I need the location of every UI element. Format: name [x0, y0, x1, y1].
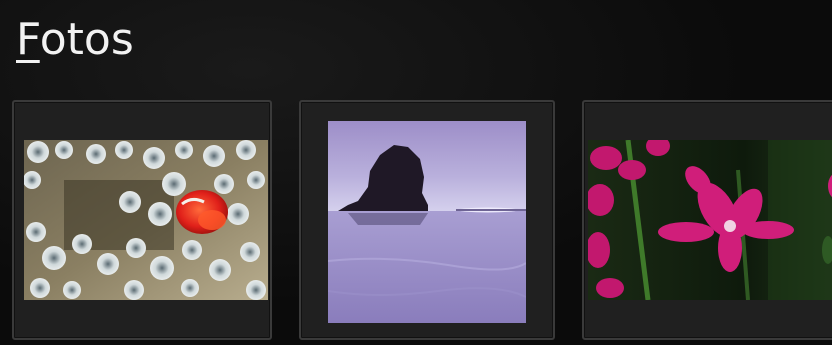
photo-tile-rock-island[interactable]	[299, 100, 555, 340]
page-title-rest: otos	[39, 14, 134, 65]
clownfish-photo	[24, 140, 268, 300]
rock-island-photo	[328, 121, 526, 323]
page-title: Fotos	[16, 10, 134, 70]
orchids-photo	[588, 140, 832, 300]
page-title-accelerator: F	[16, 14, 40, 65]
photo-tile-clownfish[interactable]	[12, 100, 272, 340]
photo-tile-orchids[interactable]	[582, 100, 832, 340]
